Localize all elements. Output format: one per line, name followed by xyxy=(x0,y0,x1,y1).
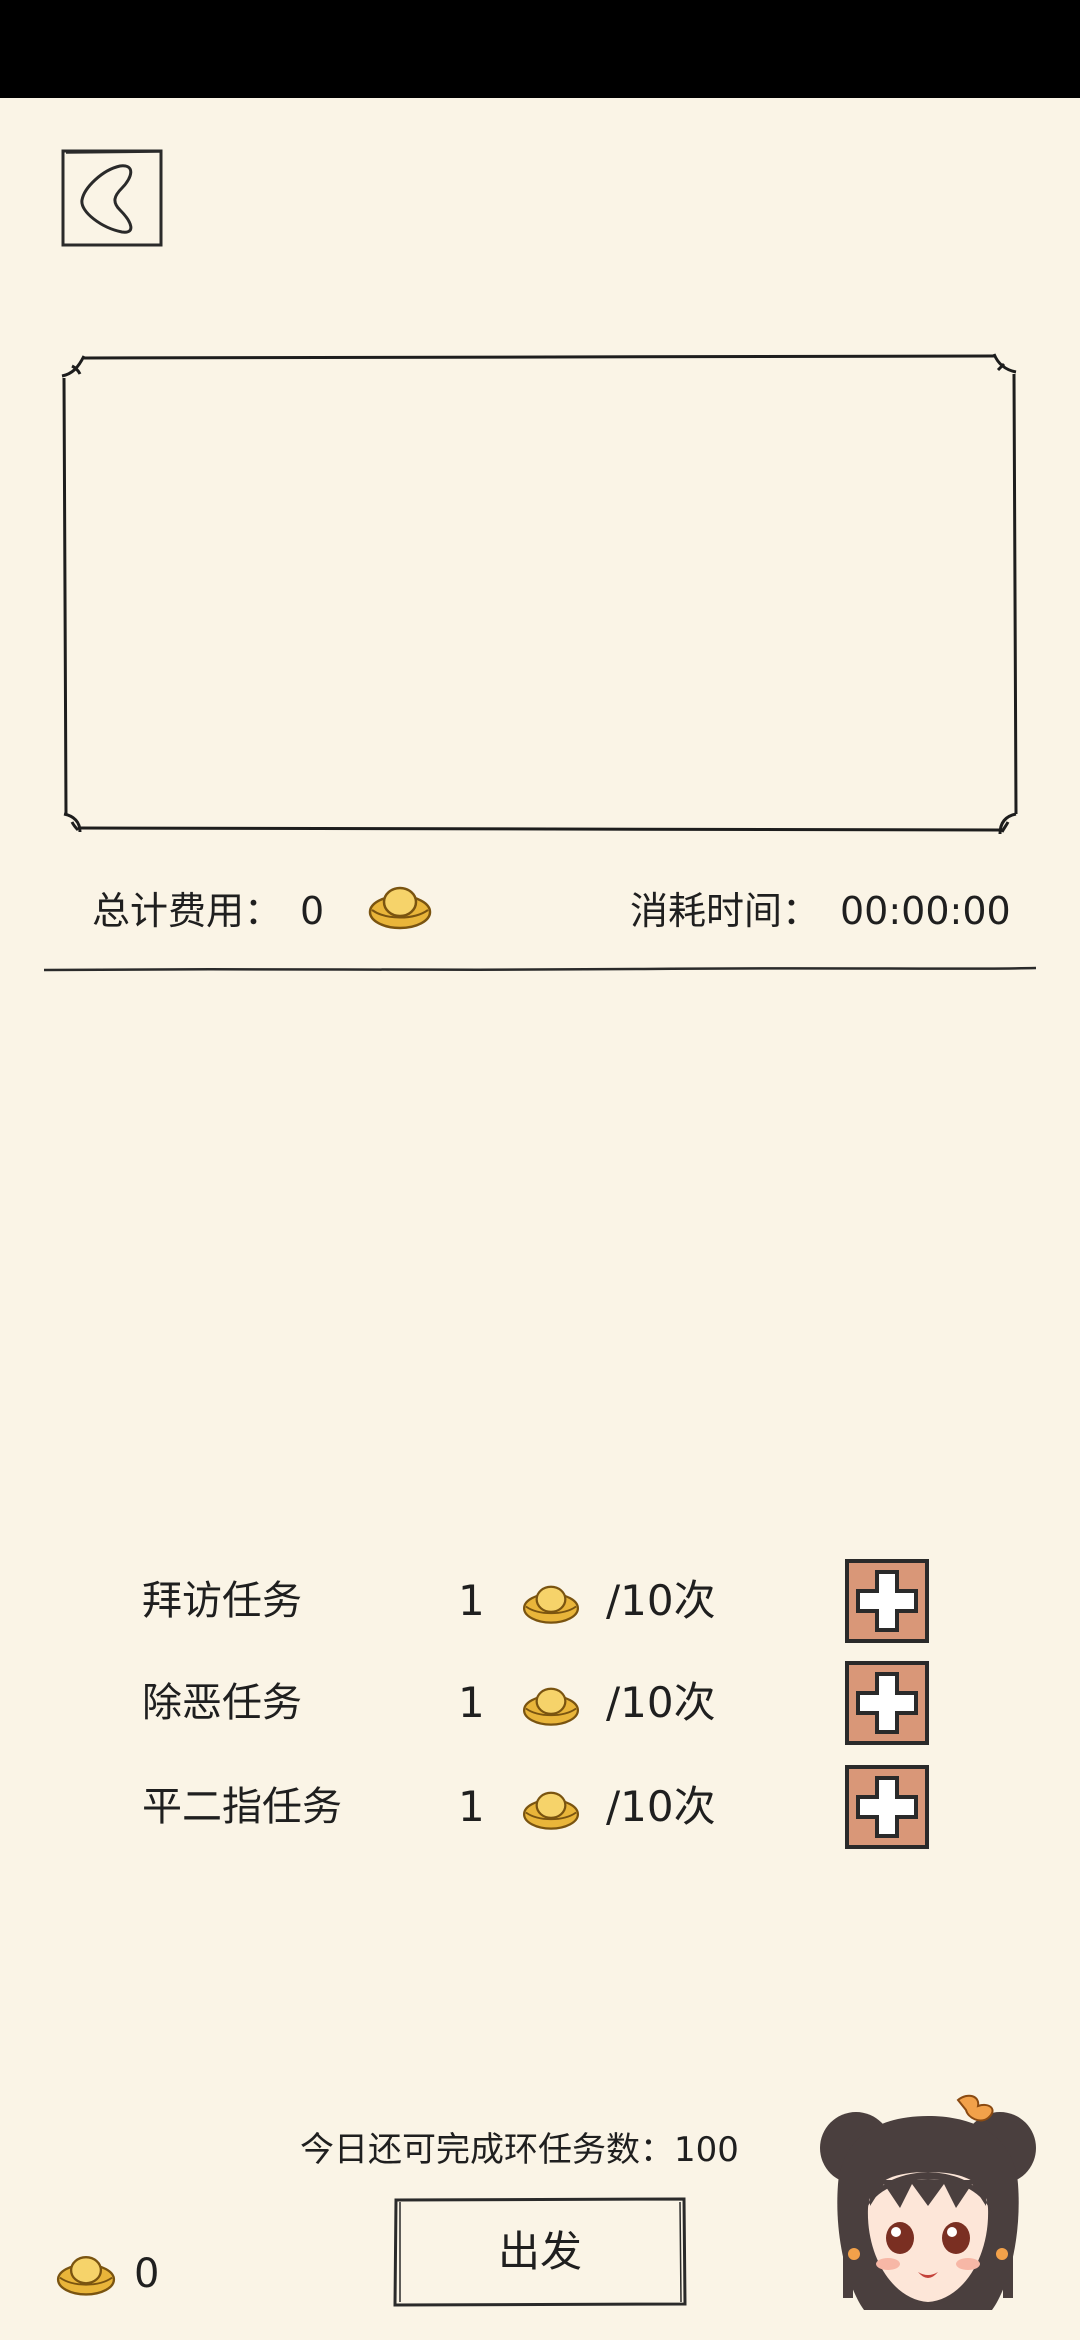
depart-button[interactable]: 出发 xyxy=(392,2196,688,2308)
task-row-eliminate-evil: 除恶任务 1 /10次 xyxy=(0,1658,1080,1748)
gold-ingot-icon xyxy=(56,2256,116,2296)
girl-character-avatar[interactable] xyxy=(808,2088,1048,2324)
gold-ingot-icon xyxy=(522,1585,580,1624)
task-limit: /10次 xyxy=(606,1678,716,1727)
add-visit-task-button[interactable] xyxy=(844,1558,930,1644)
gold-balance-value: 0 xyxy=(134,2251,160,2297)
task-name: 拜访任务 xyxy=(142,1578,302,1624)
task-row-visit: 拜访任务 1 /10次 xyxy=(0,1556,1080,1646)
gold-ingot-icon xyxy=(522,1791,580,1830)
total-cost-label: 总计费用： xyxy=(92,889,283,933)
total-cost-value: 0 xyxy=(300,889,325,933)
task-name: 平二指任务 xyxy=(142,1784,342,1830)
gold-ingot-icon xyxy=(368,886,432,930)
task-limit: /10次 xyxy=(606,1782,716,1831)
divider-line xyxy=(44,966,1036,972)
status-bar xyxy=(0,0,1080,98)
add-eliminate-evil-task-button[interactable] xyxy=(844,1660,930,1746)
task-count: 1 xyxy=(458,1576,485,1625)
add-ping-er-zhi-task-button[interactable] xyxy=(844,1764,930,1850)
elapsed-time-value: 00:00:00 xyxy=(840,889,1011,933)
task-name: 除恶任务 xyxy=(142,1680,302,1726)
task-limit: /10次 xyxy=(606,1576,716,1625)
task-count: 1 xyxy=(458,1678,485,1727)
back-arrow-icon xyxy=(80,164,133,234)
remaining-label: 今日还可完成环任务数： xyxy=(300,2130,674,2170)
task-row-ping-er-zhi: 平二指任务 1 /10次 xyxy=(0,1762,1080,1852)
elapsed-time-label: 消耗时间： xyxy=(630,889,821,933)
back-button[interactable] xyxy=(60,148,164,248)
scroll-frame-panel xyxy=(61,353,1018,835)
remaining-ring-tasks: 今日还可完成环任务数：100 xyxy=(300,2124,739,2176)
gold-ingot-icon xyxy=(522,1687,580,1726)
task-count: 1 xyxy=(458,1782,485,1831)
remaining-value: 100 xyxy=(674,2130,739,2170)
depart-label: 出发 xyxy=(497,2227,582,2276)
